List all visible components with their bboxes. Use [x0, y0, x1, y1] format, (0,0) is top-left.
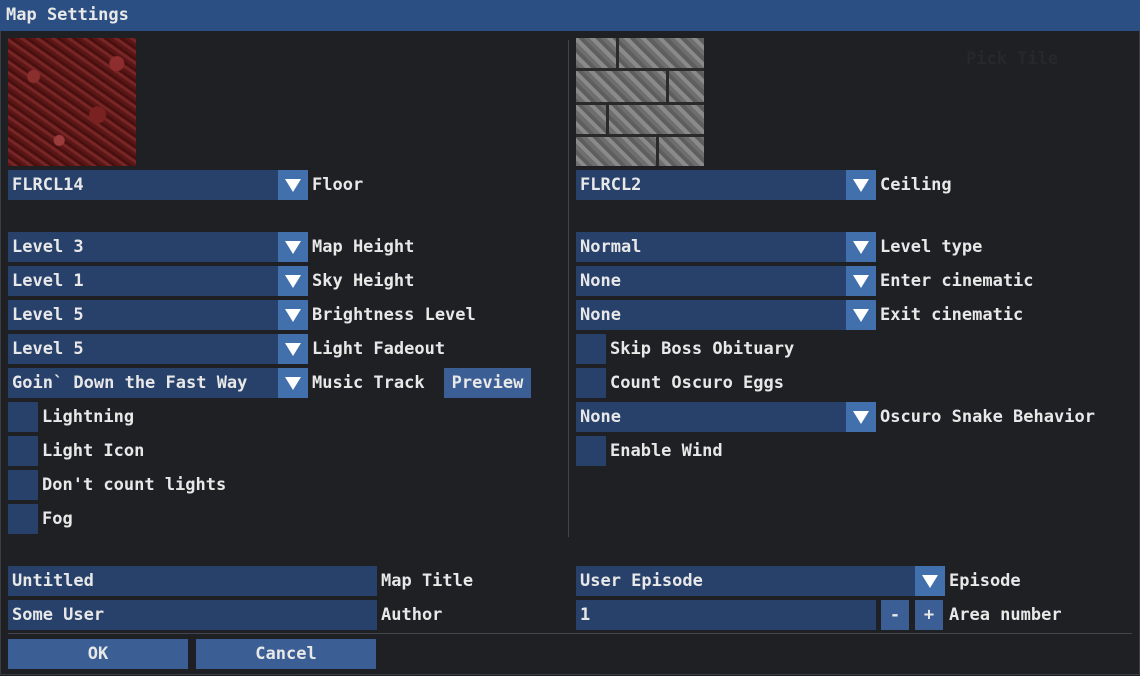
light-fadeout-value: Level 5 [12, 339, 84, 359]
area-number-label: Area number [949, 605, 1062, 625]
level-type-label: Level type [880, 237, 983, 257]
music-track-value: Goin` Down the Fast Way [12, 373, 248, 393]
brightness-label: Brightness Level [312, 305, 476, 325]
music-track-label: Music Track [312, 373, 425, 393]
enable-wind-label: Enable Wind [610, 441, 723, 461]
ok-button[interactable]: OK [8, 639, 188, 669]
chevron-down-icon[interactable] [278, 334, 308, 364]
area-increment-button[interactable]: + [915, 600, 943, 630]
chevron-down-icon[interactable] [846, 232, 876, 262]
level-type-value: Normal [580, 237, 642, 257]
music-track-select[interactable]: Goin` Down the Fast Way [8, 368, 308, 398]
exit-cinematic-label: Exit cinematic [880, 305, 1024, 325]
exit-cinematic-select[interactable]: None [576, 300, 876, 330]
area-decrement-button[interactable]: - [881, 600, 909, 630]
map-title-label: Map Title [381, 571, 474, 591]
ceiling-texture-preview[interactable] [576, 38, 704, 166]
ceiling-select-value: FLRCL2 [580, 175, 642, 195]
chevron-down-icon[interactable] [846, 300, 876, 330]
sky-height-value: Level 1 [12, 271, 84, 291]
sky-height-select[interactable]: Level 1 [8, 266, 308, 296]
chevron-down-icon[interactable] [278, 232, 308, 262]
map-height-select[interactable]: Level 3 [8, 232, 308, 262]
author-label: Author [381, 605, 443, 625]
column-divider [568, 40, 569, 537]
count-oscuro-eggs-label: Count Oscuro Eggs [610, 373, 784, 393]
count-oscuro-eggs-checkbox[interactable] [576, 368, 606, 398]
area-number-input[interactable]: 1 [576, 600, 876, 630]
enter-cinematic-value: None [580, 271, 621, 291]
map-height-label: Map Height [312, 237, 415, 257]
enter-cinematic-label: Enter cinematic [880, 271, 1034, 291]
chevron-down-icon[interactable] [278, 266, 308, 296]
floor-select-value: FLRCL14 [12, 175, 84, 195]
enable-wind-checkbox[interactable] [576, 436, 606, 466]
dont-count-lights-checkbox[interactable] [8, 470, 38, 500]
chevron-down-icon[interactable] [278, 300, 308, 330]
snake-behavior-label: Oscuro Snake Behavior [880, 407, 1095, 427]
light-icon-label: Light Icon [42, 441, 145, 461]
chevron-down-icon[interactable] [915, 566, 945, 596]
episode-value: User Episode [580, 571, 703, 591]
author-input[interactable]: Some User [8, 600, 377, 630]
sky-height-label: Sky Height [312, 271, 415, 291]
enter-cinematic-select[interactable]: None [576, 266, 876, 296]
ceiling-select[interactable]: FLRCL2 [576, 170, 876, 200]
map-title-value: Untitled [12, 571, 94, 591]
chevron-down-icon[interactable] [846, 266, 876, 296]
floor-select[interactable]: FLRCL14 [8, 170, 308, 200]
snake-behavior-select[interactable]: None [576, 402, 876, 432]
fog-label: Fog [42, 509, 73, 529]
brightness-value: Level 5 [12, 305, 84, 325]
map-title-input[interactable]: Untitled [8, 566, 377, 596]
skip-boss-obituary-checkbox[interactable] [576, 334, 606, 364]
lightning-label: Lightning [42, 407, 135, 427]
light-fadeout-select[interactable]: Level 5 [8, 334, 308, 364]
chevron-down-icon[interactable] [278, 170, 308, 200]
light-icon-checkbox[interactable] [8, 436, 38, 466]
author-value: Some User [12, 605, 105, 625]
cancel-button[interactable]: Cancel [196, 639, 376, 669]
brightness-select[interactable]: Level 5 [8, 300, 308, 330]
footer-divider [8, 633, 1132, 634]
window-title: Map Settings [6, 5, 129, 25]
light-fadeout-label: Light Fadeout [312, 339, 446, 359]
area-number-value: 1 [580, 605, 591, 625]
fog-checkbox[interactable] [8, 504, 38, 534]
level-type-select[interactable]: Normal [576, 232, 876, 262]
dont-count-lights-label: Don't count lights [42, 475, 227, 495]
window-titlebar[interactable]: Map Settings [0, 0, 1140, 31]
map-height-value: Level 3 [12, 237, 84, 257]
chevron-down-icon[interactable] [846, 170, 876, 200]
episode-select[interactable]: User Episode [576, 566, 945, 596]
skip-boss-obituary-label: Skip Boss Obituary [610, 339, 795, 359]
pick-tile-button[interactable]: Pick Tile [962, 44, 1074, 74]
lightning-checkbox[interactable] [8, 402, 38, 432]
exit-cinematic-value: None [580, 305, 621, 325]
chevron-down-icon[interactable] [846, 402, 876, 432]
floor-label: Floor [312, 175, 364, 195]
preview-button[interactable]: Preview [444, 368, 531, 398]
ceiling-label: Ceiling [880, 175, 952, 195]
floor-texture-preview[interactable] [8, 38, 136, 166]
chevron-down-icon[interactable] [278, 368, 308, 398]
pick-tile-label: Pick Tile [966, 49, 1059, 69]
episode-label: Episode [949, 571, 1021, 591]
snake-behavior-value: None [580, 407, 621, 427]
